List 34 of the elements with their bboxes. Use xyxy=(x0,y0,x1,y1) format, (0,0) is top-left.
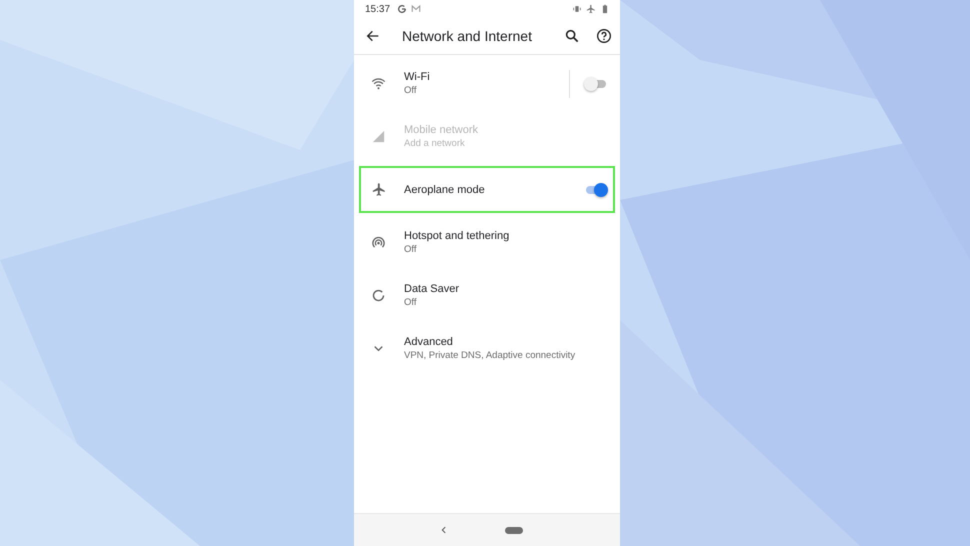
signal-icon xyxy=(370,129,386,144)
item-title: Advanced xyxy=(404,336,454,348)
item-summary: Off xyxy=(404,85,418,96)
help-icon[interactable] xyxy=(596,28,612,44)
settings-item[interactable]: Aeroplane mode xyxy=(359,166,615,213)
battery-icon xyxy=(600,4,610,14)
item-summary: Off xyxy=(404,297,418,308)
wifi-icon xyxy=(370,76,386,91)
item-summary: VPN, Private DNS, Adaptive connectivity xyxy=(404,350,576,361)
vibrate-icon xyxy=(572,4,582,14)
settings-item[interactable]: Advanced VPN, Private DNS, Adaptive connectivity xyxy=(359,325,615,372)
google-g-icon xyxy=(397,4,408,14)
home-pill[interactable] xyxy=(505,526,523,534)
settings-item[interactable]: Wi-Fi Off xyxy=(359,60,615,107)
toggle-switch[interactable] xyxy=(584,182,608,196)
airplane-icon xyxy=(586,4,596,14)
search-icon[interactable] xyxy=(564,28,580,44)
settings-item[interactable]: Hotspot and tethering Off xyxy=(359,219,615,266)
item-title: Aeroplane mode xyxy=(404,184,486,196)
mail-icon xyxy=(411,4,422,14)
data-saver-icon xyxy=(370,288,386,303)
settings-item[interactable]: Data Saver Off xyxy=(359,272,615,319)
status-time: 15:37 xyxy=(365,4,390,14)
airplane-icon xyxy=(370,182,386,197)
toggle-switch[interactable] xyxy=(584,76,608,90)
back-arrow-icon[interactable] xyxy=(365,28,381,44)
page-title: Network and Internet xyxy=(402,28,533,44)
item-title: Hotspot and tethering xyxy=(404,230,510,242)
hotspot-icon xyxy=(370,235,386,250)
item-title: Wi-Fi xyxy=(404,71,431,83)
item-title: Data Saver xyxy=(404,283,460,295)
item-title: Mobile network xyxy=(404,124,479,136)
item-summary: Add a network xyxy=(404,138,466,149)
item-summary: Off xyxy=(404,244,418,255)
